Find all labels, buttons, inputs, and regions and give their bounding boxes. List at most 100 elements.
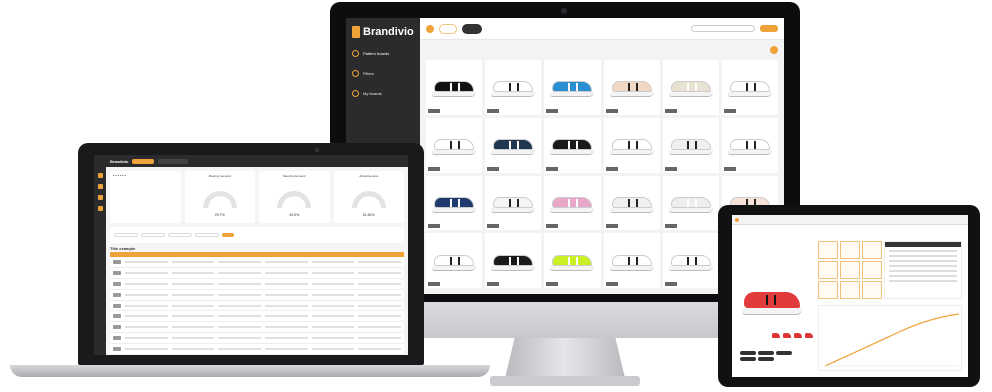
- tab-active[interactable]: [132, 158, 155, 164]
- product-card[interactable]: [603, 233, 660, 288]
- table-cell: [311, 260, 355, 263]
- table-cell: [125, 304, 168, 307]
- product-card[interactable]: [603, 60, 660, 115]
- product-image: [740, 285, 804, 315]
- table-row[interactable]: [110, 311, 404, 323]
- attribute-grid: [818, 241, 882, 299]
- attribute-cell[interactable]: [818, 241, 838, 259]
- tag[interactable]: [740, 351, 756, 355]
- thumbnail[interactable]: [772, 333, 780, 338]
- nav-pattern-boards[interactable]: Pattern boards: [352, 48, 414, 59]
- product-tag: [723, 166, 736, 171]
- filter-field[interactable]: [195, 233, 219, 237]
- table-row[interactable]: [110, 322, 404, 334]
- attribute-cell[interactable]: [818, 281, 838, 299]
- product-card[interactable]: [662, 175, 719, 231]
- product-card[interactable]: [544, 60, 601, 115]
- product-tag: [605, 282, 618, 286]
- table-row[interactable]: [110, 257, 404, 268]
- shoe-stripe: [745, 83, 756, 92]
- table-cell: [171, 337, 215, 340]
- data-table: [110, 252, 404, 355]
- apply-button[interactable]: [222, 233, 234, 237]
- attribute-cell[interactable]: [818, 261, 838, 279]
- product-tag: [546, 166, 559, 171]
- nav-label: Filters: [363, 71, 374, 76]
- filter-pill[interactable]: [439, 23, 457, 34]
- logo-icon: [735, 217, 739, 222]
- filter-field[interactable]: [114, 233, 138, 237]
- view-toggle-icon[interactable]: [770, 46, 778, 54]
- row-thumbnail: [113, 281, 121, 286]
- attribute-cell[interactable]: [840, 261, 860, 279]
- table-row[interactable]: [110, 268, 404, 279]
- product-card[interactable]: [721, 60, 778, 115]
- tag[interactable]: [776, 351, 792, 355]
- product-card[interactable]: [603, 117, 660, 173]
- table-row[interactable]: [110, 279, 404, 290]
- menu-toggle-icon[interactable]: [426, 24, 434, 33]
- product-card[interactable]: [603, 175, 660, 231]
- thumbnail[interactable]: [805, 333, 813, 338]
- product-tag: [428, 108, 440, 113]
- nav-icon[interactable]: [97, 184, 103, 189]
- tab[interactable]: [158, 158, 189, 164]
- product-card[interactable]: [544, 117, 601, 173]
- shoe-icon: [548, 135, 596, 156]
- table-cell: [125, 337, 168, 340]
- shoe-sole: [491, 150, 536, 156]
- shoe-icon: [548, 193, 596, 213]
- tag[interactable]: [740, 357, 756, 361]
- search-input[interactable]: [691, 25, 755, 32]
- filter-pill-active[interactable]: [461, 23, 482, 34]
- table-cell: [265, 293, 308, 296]
- shoe-icon: [489, 193, 537, 213]
- row-thumbnail: [113, 303, 121, 308]
- attribute-cell[interactable]: [840, 241, 860, 259]
- tag[interactable]: [758, 357, 774, 361]
- product-card[interactable]: [662, 60, 719, 115]
- attribute-cell[interactable]: [862, 281, 882, 299]
- nav-filters[interactable]: Filters: [352, 68, 414, 79]
- table-cell: [218, 282, 262, 285]
- shoe-icon: [548, 251, 596, 271]
- product-card[interactable]: [544, 175, 601, 231]
- table-cell: [311, 326, 355, 329]
- table-row[interactable]: [110, 344, 404, 355]
- table-row[interactable]: [110, 290, 404, 301]
- shoe-sole: [609, 150, 654, 156]
- table-cell: [265, 348, 308, 351]
- table-cell: [311, 293, 355, 296]
- attribute-cell[interactable]: [840, 281, 860, 299]
- nav-my-boards[interactable]: My boards: [352, 88, 414, 99]
- product-card[interactable]: [485, 60, 542, 115]
- product-card[interactable]: [544, 233, 601, 288]
- tag[interactable]: [758, 351, 774, 355]
- shoe-sole: [668, 265, 713, 271]
- nav-icon[interactable]: [97, 173, 103, 178]
- thumbnail[interactable]: [783, 333, 791, 338]
- filter-field[interactable]: [168, 233, 192, 237]
- product-card[interactable]: [426, 60, 483, 115]
- table-row[interactable]: [110, 333, 404, 345]
- attribute-cell[interactable]: [862, 261, 882, 279]
- thumbnail[interactable]: [794, 333, 802, 338]
- gauge-value: 61.84%: [362, 213, 375, 217]
- product-card[interactable]: [662, 233, 719, 288]
- thumbnail-strip: [772, 333, 813, 338]
- category-card: ● ● ● ● ● ●: [110, 171, 181, 223]
- nav-icon[interactable]: [97, 206, 103, 211]
- search-button[interactable]: [760, 25, 778, 32]
- product-card[interactable]: [721, 117, 778, 173]
- attribute-cell[interactable]: [862, 241, 882, 259]
- product-card[interactable]: [485, 175, 542, 231]
- product-card[interactable]: [485, 233, 542, 288]
- list-item: [889, 270, 957, 272]
- product-card[interactable]: [485, 117, 542, 173]
- table-row[interactable]: [110, 301, 404, 312]
- filter-field[interactable]: [141, 233, 165, 237]
- shoe-sole: [727, 150, 772, 156]
- nav-icon[interactable]: [97, 195, 103, 200]
- table-cell: [358, 282, 402, 285]
- product-card[interactable]: [662, 117, 719, 173]
